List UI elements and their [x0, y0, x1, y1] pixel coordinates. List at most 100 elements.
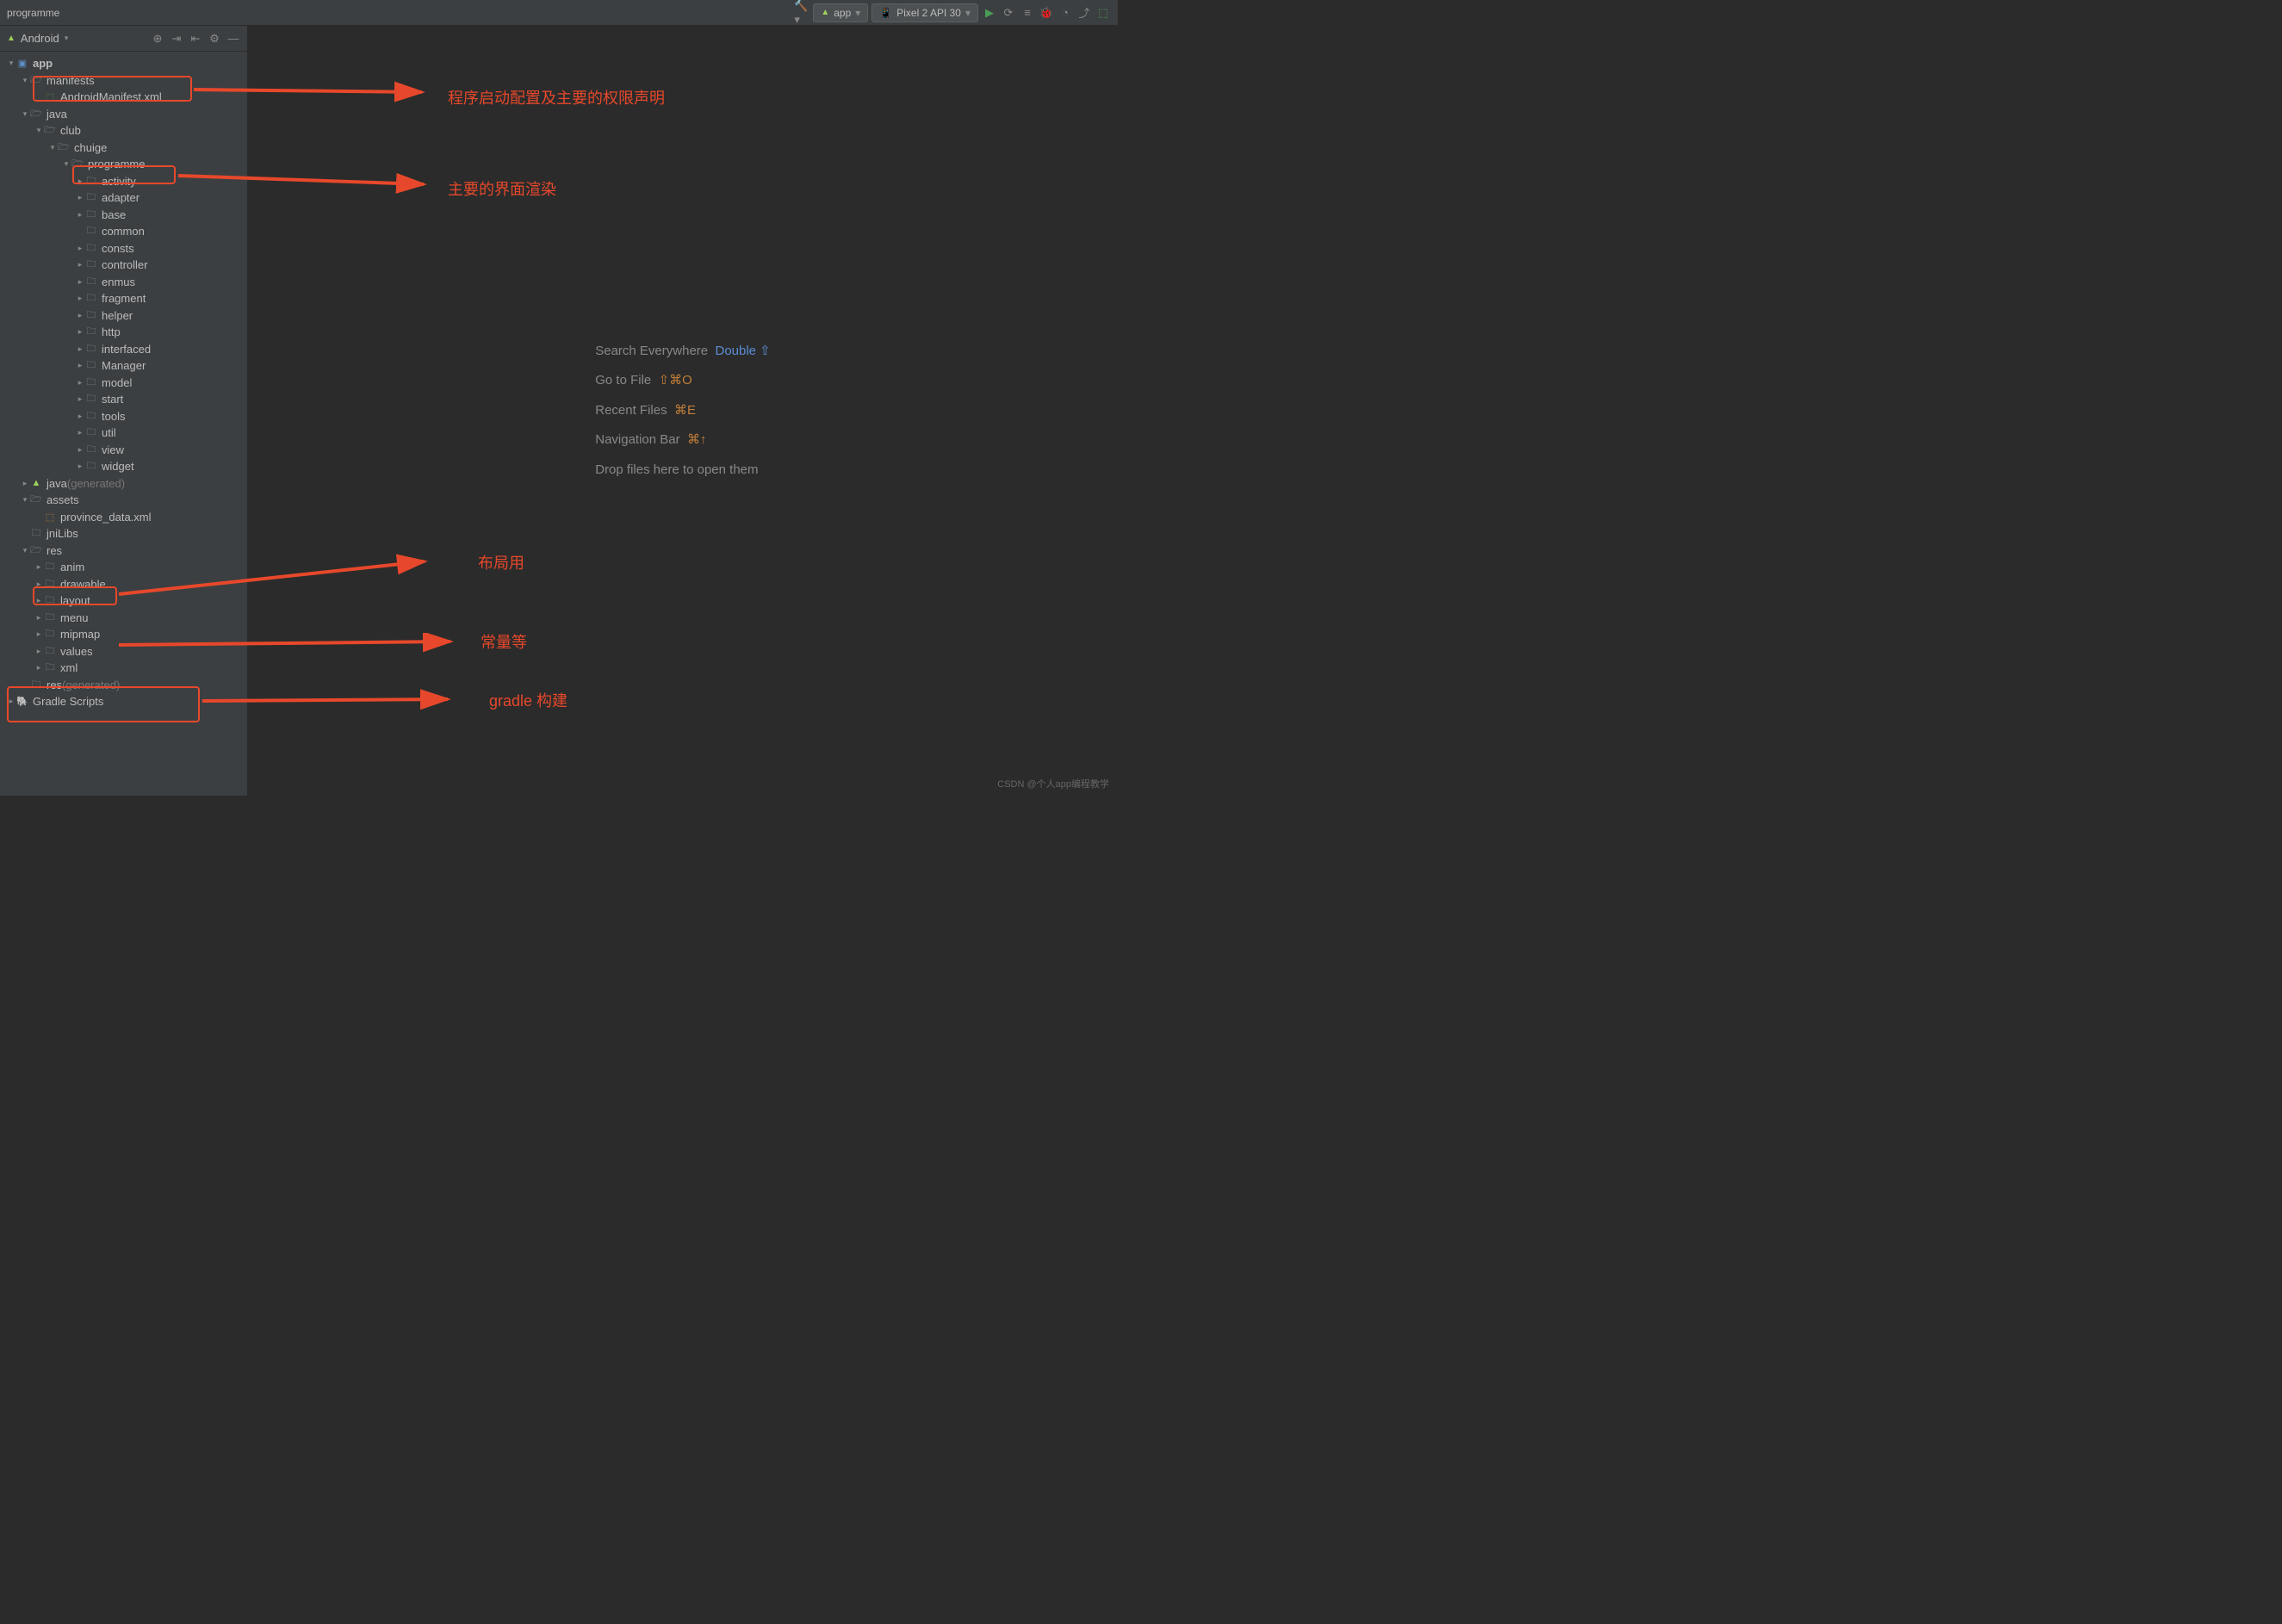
- editor-area: Search Everywhere Double ⇧ Go to File ⇧⌘…: [248, 26, 1118, 796]
- tree-item-manager[interactable]: ▸🗀Manager: [0, 357, 247, 375]
- tree-arrow[interactable]: ▸: [34, 613, 43, 623]
- sidebar-header: ▲ Android ▾ ⊕ ⇥ ⇤ ⚙ —: [0, 26, 247, 52]
- collapse-icon[interactable]: ⇤: [189, 32, 202, 46]
- watermark: CSDN @个人app编程教学: [997, 777, 1109, 790]
- tree-item-interfaced[interactable]: ▸🗀interfaced: [0, 341, 247, 358]
- tree-arrow[interactable]: ▾: [21, 109, 29, 119]
- tree-item-common[interactable]: 🗀common: [0, 223, 247, 240]
- top-toolbar: programme 🔨▾ ▲ app ▾ 📱 Pixel 2 API 30 ▾ …: [0, 0, 1118, 26]
- tree-item-manifests[interactable]: ▾🗁manifests: [0, 72, 247, 90]
- project-sidebar: ▲ Android ▾ ⊕ ⇥ ⇤ ⚙ — ▾▣app▾🗁manifests⬚A…: [0, 26, 248, 796]
- tree-arrow[interactable]: ▸: [76, 277, 84, 287]
- tree-item-tools[interactable]: ▸🗀tools: [0, 408, 247, 425]
- tree-item-values[interactable]: ▸🗀values: [0, 643, 247, 660]
- tree-item-drawable[interactable]: ▸🗀drawable: [0, 576, 247, 593]
- tree-item-java[interactable]: ▾🗁java: [0, 106, 247, 123]
- phone-icon: 📱: [879, 7, 892, 19]
- tree-item-fragment[interactable]: ▸🗀fragment: [0, 290, 247, 307]
- tree-item-androidmanifest-xml[interactable]: ⬚AndroidManifest.xml: [0, 89, 247, 106]
- android-icon: ▲: [821, 8, 829, 17]
- locate-icon[interactable]: ⊕: [151, 32, 164, 46]
- tree-arrow[interactable]: ▸: [76, 462, 84, 471]
- tree-item-model[interactable]: ▸🗀model: [0, 375, 247, 392]
- tree-item-base[interactable]: ▸🗀base: [0, 207, 247, 224]
- tree-arrow[interactable]: ▸: [76, 193, 84, 202]
- tree-item-util[interactable]: ▸🗀util: [0, 425, 247, 442]
- sync-icon[interactable]: ⬚: [1095, 5, 1111, 21]
- tree-arrow[interactable]: ▸: [34, 647, 43, 656]
- tree-item-xml[interactable]: ▸🗀xml: [0, 660, 247, 677]
- attach-icon[interactable]: ⤴: [1076, 5, 1092, 21]
- tree-arrow[interactable]: ▸: [76, 260, 84, 270]
- tree-item-adapter[interactable]: ▸🗀adapter: [0, 189, 247, 207]
- tree-item-view[interactable]: ▸🗀view: [0, 442, 247, 459]
- tree-arrow[interactable]: ▾: [7, 59, 16, 68]
- tree-item-activity[interactable]: ▸🗀activity: [0, 173, 247, 190]
- view-mode-selector[interactable]: ▲ Android ▾: [7, 32, 68, 45]
- tree-arrow[interactable]: ▸: [76, 378, 84, 387]
- tree-item-widget[interactable]: ▸🗀widget: [0, 458, 247, 475]
- tree-item-assets[interactable]: ▾🗁assets: [0, 492, 247, 509]
- tree-arrow[interactable]: ▸: [34, 580, 43, 589]
- instant-run-icon[interactable]: ≡: [1020, 5, 1035, 21]
- tree-item-res[interactable]: ▾🗁res: [0, 542, 247, 560]
- tree-arrow[interactable]: ▸: [76, 445, 84, 455]
- tree-item-enmus[interactable]: ▸🗀enmus: [0, 274, 247, 291]
- tree-item-helper[interactable]: ▸🗀helper: [0, 307, 247, 325]
- tree-arrow[interactable]: ▸: [76, 244, 84, 253]
- tree-item-anim[interactable]: ▸🗀anim: [0, 559, 247, 576]
- tree-arrow[interactable]: ▾: [21, 546, 29, 555]
- tree-item-programme[interactable]: ▾🗁programme: [0, 156, 247, 173]
- shortcut-navbar: ⌘↑: [687, 432, 707, 447]
- tree-arrow[interactable]: ▸: [76, 412, 84, 421]
- tree-arrow[interactable]: ▾: [62, 159, 71, 169]
- hide-icon[interactable]: —: [226, 32, 240, 46]
- debug-button[interactable]: 🐞: [1039, 5, 1054, 21]
- hammer-icon[interactable]: 🔨▾: [794, 5, 809, 21]
- tree-item-consts[interactable]: ▸🗀consts: [0, 240, 247, 257]
- tree-arrow[interactable]: ▸: [34, 596, 43, 605]
- tree-arrow[interactable]: ▾: [21, 76, 29, 85]
- tree-arrow[interactable]: ▸: [76, 394, 84, 404]
- tree-item-jnilibs[interactable]: 🗀jniLibs: [0, 525, 247, 542]
- tree-item-province-data-xml[interactable]: ⬚province_data.xml: [0, 509, 247, 526]
- tree-arrow[interactable]: ▾: [48, 143, 57, 152]
- tree-item-start[interactable]: ▸🗀start: [0, 391, 247, 408]
- tree-item-http[interactable]: ▸🗀http: [0, 324, 247, 341]
- tree-arrow[interactable]: ▸: [76, 311, 84, 320]
- expand-icon[interactable]: ⇥: [170, 32, 183, 46]
- tree-arrow[interactable]: ▸: [76, 177, 84, 186]
- profile-icon[interactable]: ◔: [1057, 5, 1073, 21]
- project-tree[interactable]: ▾▣app▾🗁manifests⬚AndroidManifest.xml▾🗁ja…: [0, 52, 247, 796]
- tree-arrow[interactable]: ▸: [34, 663, 43, 673]
- tree-arrow[interactable]: ▸: [76, 428, 84, 437]
- tree-item-club[interactable]: ▾🗁club: [0, 122, 247, 139]
- tree-item-mipmap[interactable]: ▸🗀mipmap: [0, 626, 247, 643]
- tree-arrow[interactable]: ▸: [76, 361, 84, 370]
- tree-arrow[interactable]: ▾: [34, 126, 43, 135]
- tree-arrow[interactable]: ▸: [34, 562, 43, 572]
- tree-arrow[interactable]: ▸: [76, 294, 84, 303]
- apply-changes-icon[interactable]: ⟳: [1001, 5, 1016, 21]
- tree-item-app[interactable]: ▾▣app: [0, 55, 247, 72]
- tree-item-gradle-scripts[interactable]: ▸🐘Gradle Scripts: [0, 693, 247, 710]
- device-selector[interactable]: 📱 Pixel 2 API 30 ▾: [871, 3, 978, 22]
- breadcrumb[interactable]: programme: [7, 7, 59, 19]
- tree-arrow[interactable]: ▸: [76, 344, 84, 354]
- tree-item-java[interactable]: ▸▲java (generated): [0, 475, 247, 493]
- tree-arrow[interactable]: ▸: [76, 210, 84, 220]
- run-config-selector[interactable]: ▲ app ▾: [813, 3, 868, 22]
- tree-arrow[interactable]: ▸: [21, 479, 29, 488]
- tree-item-controller[interactable]: ▸🗀controller: [0, 257, 247, 274]
- tree-item-chuige[interactable]: ▾🗁chuige: [0, 139, 247, 157]
- tree-arrow[interactable]: ▸: [76, 327, 84, 337]
- tree-item-res[interactable]: 🗀res (generated): [0, 677, 247, 694]
- run-button[interactable]: ▶: [982, 5, 997, 21]
- shortcut-recent: ⌘E: [674, 403, 696, 418]
- tree-arrow[interactable]: ▸: [7, 697, 16, 706]
- tree-arrow[interactable]: ▾: [21, 495, 29, 505]
- settings-icon[interactable]: ⚙: [208, 32, 221, 46]
- tree-item-layout[interactable]: ▸🗀layout: [0, 592, 247, 610]
- tree-arrow[interactable]: ▸: [34, 629, 43, 639]
- tree-item-menu[interactable]: ▸🗀menu: [0, 610, 247, 627]
